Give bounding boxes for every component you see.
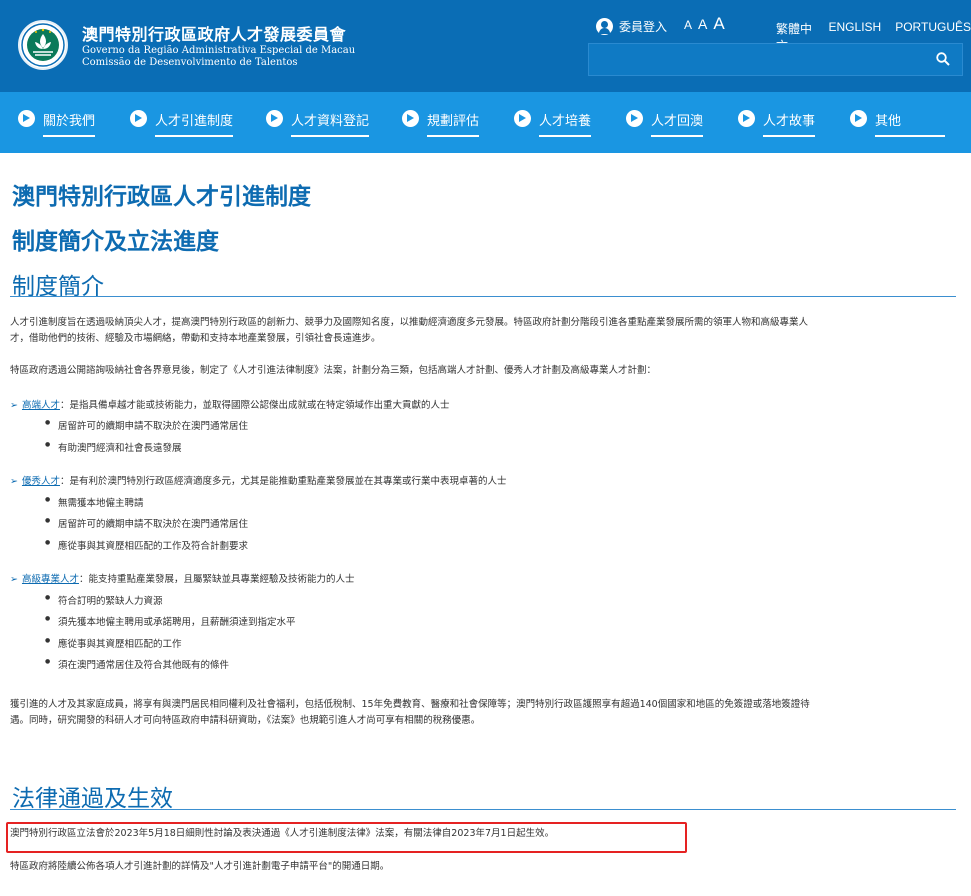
font-size-large-button[interactable]: A xyxy=(713,14,724,34)
list-item: 應從事與其資歷相匹配的工作 xyxy=(45,636,181,650)
nav-label: 關於我們 xyxy=(43,110,96,137)
list-item: 須先獲本地僱主聘用或承諾聘用，且薪酬須達到指定水平 xyxy=(45,614,295,628)
macau-emblem-logo[interactable] xyxy=(18,20,68,70)
list-item: 應從事與其資歷相匹配的工作及符合計劃要求 xyxy=(45,538,248,552)
arrow-marker-icon: ➢ xyxy=(10,476,18,487)
section-divider xyxy=(10,296,956,297)
org-title[interactable]: 澳門特別行政區政府人才發展委員會 xyxy=(82,21,346,45)
benefits-line-2: 遇。同時，研究開發的科研人才可向特區政府申請科研資助，《法案》也規範引進人才尚可… xyxy=(10,715,481,726)
arrow-right-icon xyxy=(18,110,35,127)
nav-item-stories[interactable]: 人才故事 xyxy=(738,110,816,140)
user-icon xyxy=(596,18,613,35)
page-subtitle: 制度簡介及立法進度 xyxy=(12,229,219,255)
nav-label: 人才資料登記 xyxy=(291,110,370,137)
nav-item-others[interactable]: 其他 xyxy=(850,110,946,140)
arrow-right-icon xyxy=(402,110,419,127)
nav-label: 其他 xyxy=(875,110,946,137)
nav-label: 規劃評估 xyxy=(427,110,480,137)
org-subtitle-line-1: Governo da Região Administrativa Especia… xyxy=(82,45,356,56)
list-item: 居留許可的續期申請不取決於在澳門通常居住 xyxy=(45,516,248,530)
arrow-right-icon xyxy=(266,110,283,127)
benefits-paragraph: 獲引進的人才及其家庭成員，將享有與澳門居民相同權利及社會福利，包括低稅制、15年… xyxy=(10,697,956,729)
category-link-outstanding[interactable]: 優秀人才 xyxy=(22,476,60,487)
list-item: 居留許可的續期申請不取決於在澳門通常居住 xyxy=(45,418,248,432)
nav-label: 人才引進制度 xyxy=(155,110,234,137)
search-input[interactable] xyxy=(589,44,929,75)
member-login-label: 委員登入 xyxy=(619,20,668,34)
intro-line-1: 人才引進制度旨在透過吸納頂尖人才，提高澳門特別行政區的創新力、競爭力及國際知名度… xyxy=(10,317,809,328)
category-high-end: ➢ 高端人才：是指具備卓越才能或技術能力，並取得國際公認傑出成就或在特定領域作出重… xyxy=(10,397,450,411)
category-outstanding: ➢ 優秀人才：是有利於澳門特別行政區經濟適度多元，尤其是能推動重點產業發展並在其專… xyxy=(10,473,507,487)
category-desc: ：是指具備卓越才能或技術能力，並取得國際公認傑出成就或在特定領域作出重大貢獻的人… xyxy=(59,400,450,411)
category-senior-professional: ➢ 高級專業人才：能支持重點產業發展，且屬緊缺並具專業經驗及技術能力的人士 xyxy=(10,571,355,585)
arrow-marker-icon: ➢ xyxy=(10,574,18,585)
list-item: 無需獲本地僱主聘請 xyxy=(45,495,143,509)
font-size-medium-button[interactable]: A xyxy=(698,16,707,32)
intro-paragraph: 人才引進制度旨在透過吸納頂尖人才，提高澳門特別行政區的創新力、競爭力及國際知名度… xyxy=(10,315,956,347)
list-item: 符合訂明的緊缺人力資源 xyxy=(45,593,162,607)
nav-item-return[interactable]: 人才回澳 xyxy=(626,110,704,140)
list-item: 有助澳門經濟和社會長遠發展 xyxy=(45,440,181,454)
plan-intro-paragraph: 特區政府透過公開諮詢吸納社會各界意見後，制定了《人才引進法律制度》法案，計劃分為… xyxy=(10,365,657,376)
arrow-marker-icon: ➢ xyxy=(10,400,18,411)
nav-label: 人才故事 xyxy=(763,110,816,137)
category-desc: ：是有利於澳門特別行政區經濟適度多元，尤其是能推動重點產業發展並在其專業或行業中… xyxy=(59,476,507,487)
section-divider xyxy=(10,809,956,810)
page-title: 澳門特別行政區人才引進制度 xyxy=(12,184,311,210)
main-nav: 關於我們 人才引進制度 人才資料登記 規劃評估 人才培養 人才回澳 人才故事 其… xyxy=(0,92,971,153)
arrow-right-icon xyxy=(514,110,531,127)
nav-item-talent-registration[interactable]: 人才資料登記 xyxy=(266,110,370,140)
category-link-high-end[interactable]: 高端人才 xyxy=(22,400,60,411)
arrow-right-icon xyxy=(850,110,867,127)
arrow-right-icon xyxy=(738,110,755,127)
nav-item-talent-system[interactable]: 人才引進制度 xyxy=(130,110,234,140)
category-link-senior-professional[interactable]: 高級專業人才 xyxy=(22,574,79,585)
law-passed-text: 澳門特別行政區立法會於2023年5月18日細則性討論及表決通過《人才引進制度法律… xyxy=(10,828,555,839)
org-subtitle-line-2: Comissão de Desenvolvimento de Talentos xyxy=(82,57,298,68)
intro-line-2: 才，借助他們的技術、經驗及市場網絡，帶動和支持本地產業發展，引領社會長遠進步。 xyxy=(10,333,381,344)
site-header: 澳門特別行政區政府人才發展委員會 Governo da Região Admin… xyxy=(0,0,971,92)
benefits-line-1: 獲引進的人才及其家庭成員，將享有與澳門居民相同權利及社會福利，包括低稅制、15年… xyxy=(10,699,810,710)
arrow-right-icon xyxy=(626,110,643,127)
nav-item-planning[interactable]: 規劃評估 xyxy=(402,110,480,140)
section-heading-law: 法律通過及生效 xyxy=(12,786,173,812)
search-box xyxy=(588,43,963,76)
arrow-right-icon xyxy=(130,110,147,127)
font-size-switcher: A A A xyxy=(684,14,725,34)
nav-label: 人才回澳 xyxy=(651,110,704,137)
search-icon[interactable] xyxy=(936,52,950,66)
nav-item-about[interactable]: 關於我們 xyxy=(18,110,96,140)
platform-notice-text: 特區政府將陸續公佈各項人才引進計劃的詳情及"人才引進計劃電子申請平台"的開通日期… xyxy=(10,861,390,872)
font-size-small-button[interactable]: A xyxy=(684,18,692,32)
category-desc: ：能支持重點產業發展，且屬緊缺並具專業經驗及技術能力的人士 xyxy=(78,574,355,585)
list-item: 須在澳門通常居住及符合其他既有的條件 xyxy=(45,657,229,671)
nav-label: 人才培養 xyxy=(539,110,592,137)
member-login-link[interactable]: 委員登入 xyxy=(596,18,667,35)
org-subtitle: Governo da Região Administrativa Especia… xyxy=(82,45,355,69)
nav-item-training[interactable]: 人才培養 xyxy=(514,110,592,140)
